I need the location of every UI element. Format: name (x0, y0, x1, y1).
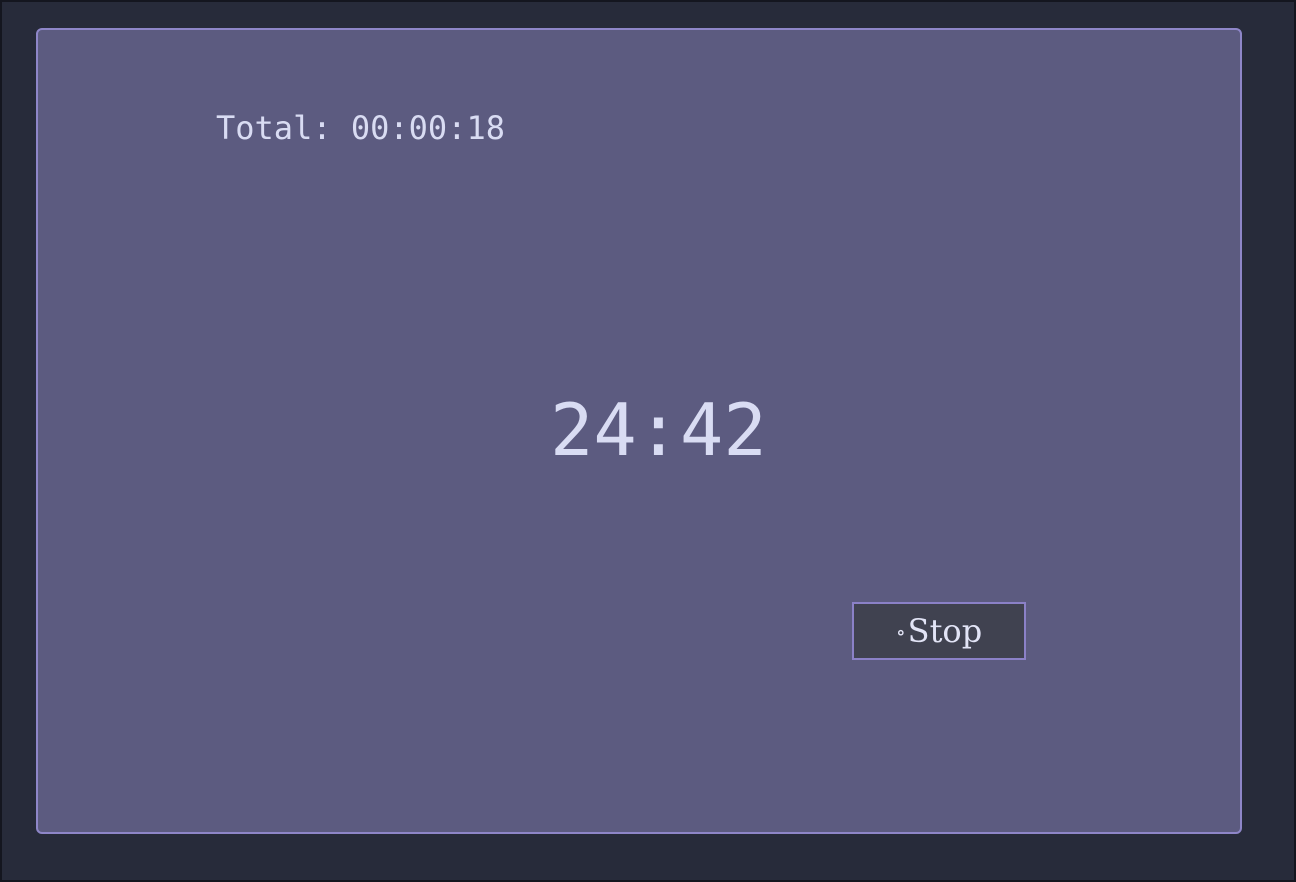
countdown-display: 24:42 (550, 388, 767, 472)
total-time: Total: 00:00:18 (216, 112, 505, 144)
stop-button[interactable]: ∘ Stop (852, 602, 1026, 660)
total-time-value: 00:00:18 (350, 109, 505, 147)
stop-label: Stop (907, 612, 983, 650)
total-time-label: Total: (216, 109, 332, 147)
app-window: Total: 00:00:18 24:42 ∘ Stop (0, 0, 1296, 882)
timer-panel: Total: 00:00:18 24:42 ∘ Stop (36, 28, 1242, 834)
stop-icon: ∘ (895, 620, 906, 644)
